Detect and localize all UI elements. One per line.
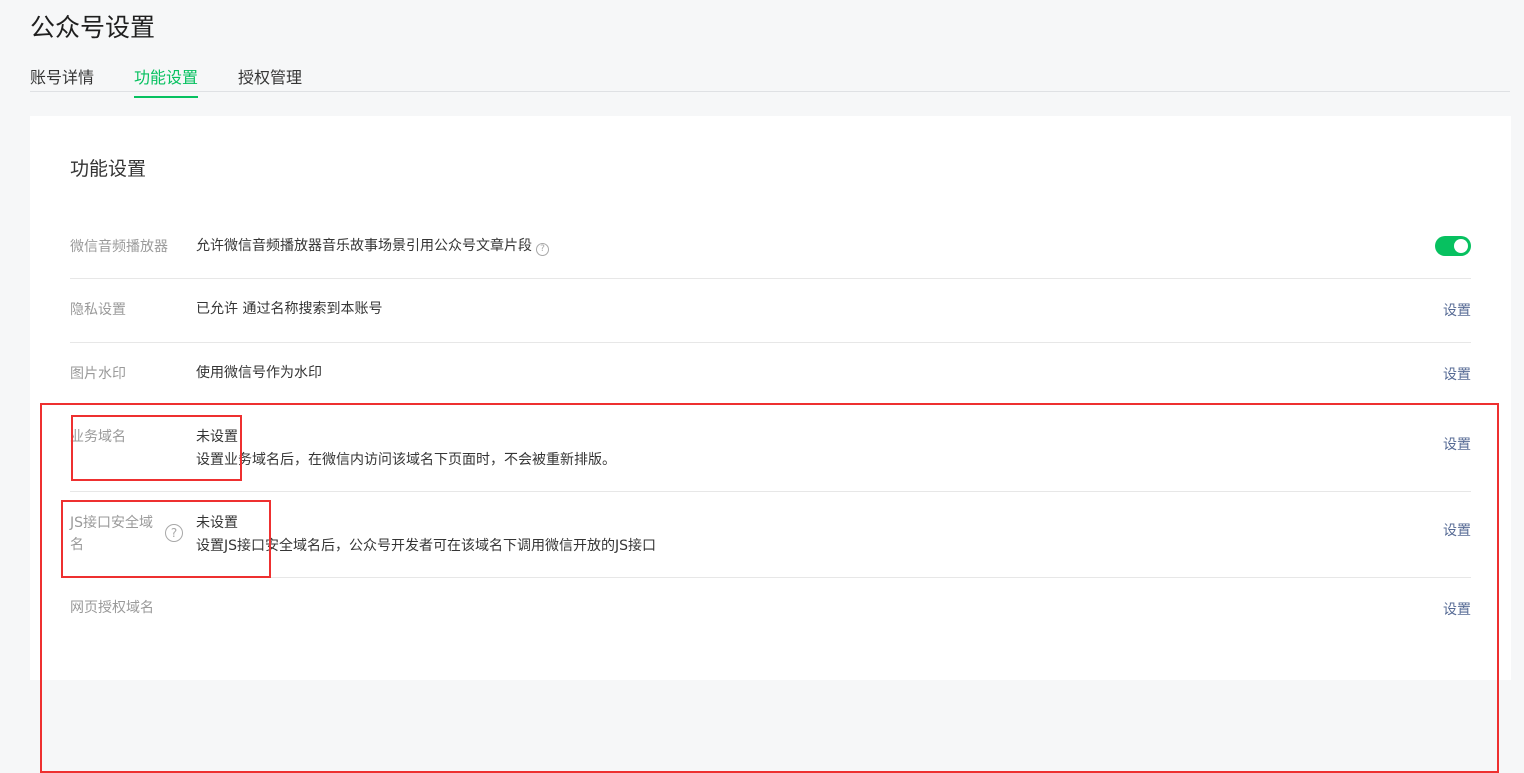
row-content: 未设置 设置业务域名后，在微信内访问该域名下页面时，不会被重新排版。 (196, 426, 616, 472)
row-content-text: 允许微信音频播放器音乐故事场景引用公众号文章片段 (196, 238, 532, 254)
row-label: JS接口安全域名 (70, 515, 154, 553)
row-content: 使用微信号作为水印 (196, 365, 322, 381)
settings-card: 功能设置 微信音频播放器 允许微信音频播放器音乐故事场景引用公众号文章片段? 隐… (30, 116, 1511, 680)
tab-function-settings[interactable]: 功能设置 (134, 64, 199, 98)
tab-authorization-management[interactable]: 授权管理 (238, 64, 302, 96)
row-content: 已允许 通过名称搜索到本账号 (196, 301, 383, 317)
row-label: 业务域名 (70, 429, 126, 445)
row-label: 网页授权域名 (70, 600, 154, 616)
js-domain-settings-link[interactable]: 设置 (1443, 520, 1471, 540)
audio-player-toggle[interactable] (1435, 236, 1471, 256)
question-circle-icon[interactable]: ? (536, 243, 549, 256)
web-auth-domain-settings-link[interactable]: 设置 (1443, 599, 1471, 619)
row-audio-player: 微信音频播放器 允许微信音频播放器音乐故事场景引用公众号文章片段? (70, 224, 1471, 279)
row-status: 未设置 (196, 515, 238, 531)
question-circle-icon[interactable]: ? (165, 524, 183, 542)
row-label: 隐私设置 (70, 302, 126, 318)
tab-account-details[interactable]: 账号详情 (30, 64, 94, 96)
row-js-safe-domain: JS接口安全域名 ? 未设置 设置JS接口安全域名后，公众号开发者可在该域名下调… (70, 492, 1471, 578)
row-description: 设置JS接口安全域名后，公众号开发者可在该域名下调用微信开放的JS接口 (196, 538, 657, 554)
row-content: 未设置 设置JS接口安全域名后，公众号开发者可在该域名下调用微信开放的JS接口 (196, 512, 656, 558)
page-title: 公众号设置 (30, 13, 156, 42)
row-privacy: 隐私设置 已允许 通过名称搜索到本账号 设置 (70, 279, 1471, 343)
row-description: 设置业务域名后，在微信内访问该域名下页面时，不会被重新排版。 (196, 452, 616, 468)
business-domain-settings-link[interactable]: 设置 (1443, 434, 1471, 454)
toggle-knob (1454, 239, 1468, 253)
row-label: 图片水印 (70, 366, 126, 382)
row-watermark: 图片水印 使用微信号作为水印 设置 (70, 343, 1471, 405)
row-label: 微信音频播放器 (70, 239, 168, 255)
watermark-settings-link[interactable]: 设置 (1443, 364, 1471, 384)
row-business-domain: 业务域名 未设置 设置业务域名后，在微信内访问该域名下页面时，不会被重新排版。 … (70, 406, 1471, 492)
row-web-auth-domain: 网页授权域名 设置 (70, 578, 1471, 638)
tab-bar: 账号详情 功能设置 授权管理 (30, 60, 1510, 98)
privacy-settings-link[interactable]: 设置 (1443, 300, 1471, 320)
card-title: 功能设置 (70, 158, 147, 180)
row-status: 未设置 (196, 429, 238, 445)
row-content: 允许微信音频播放器音乐故事场景引用公众号文章片段? (196, 235, 549, 258)
